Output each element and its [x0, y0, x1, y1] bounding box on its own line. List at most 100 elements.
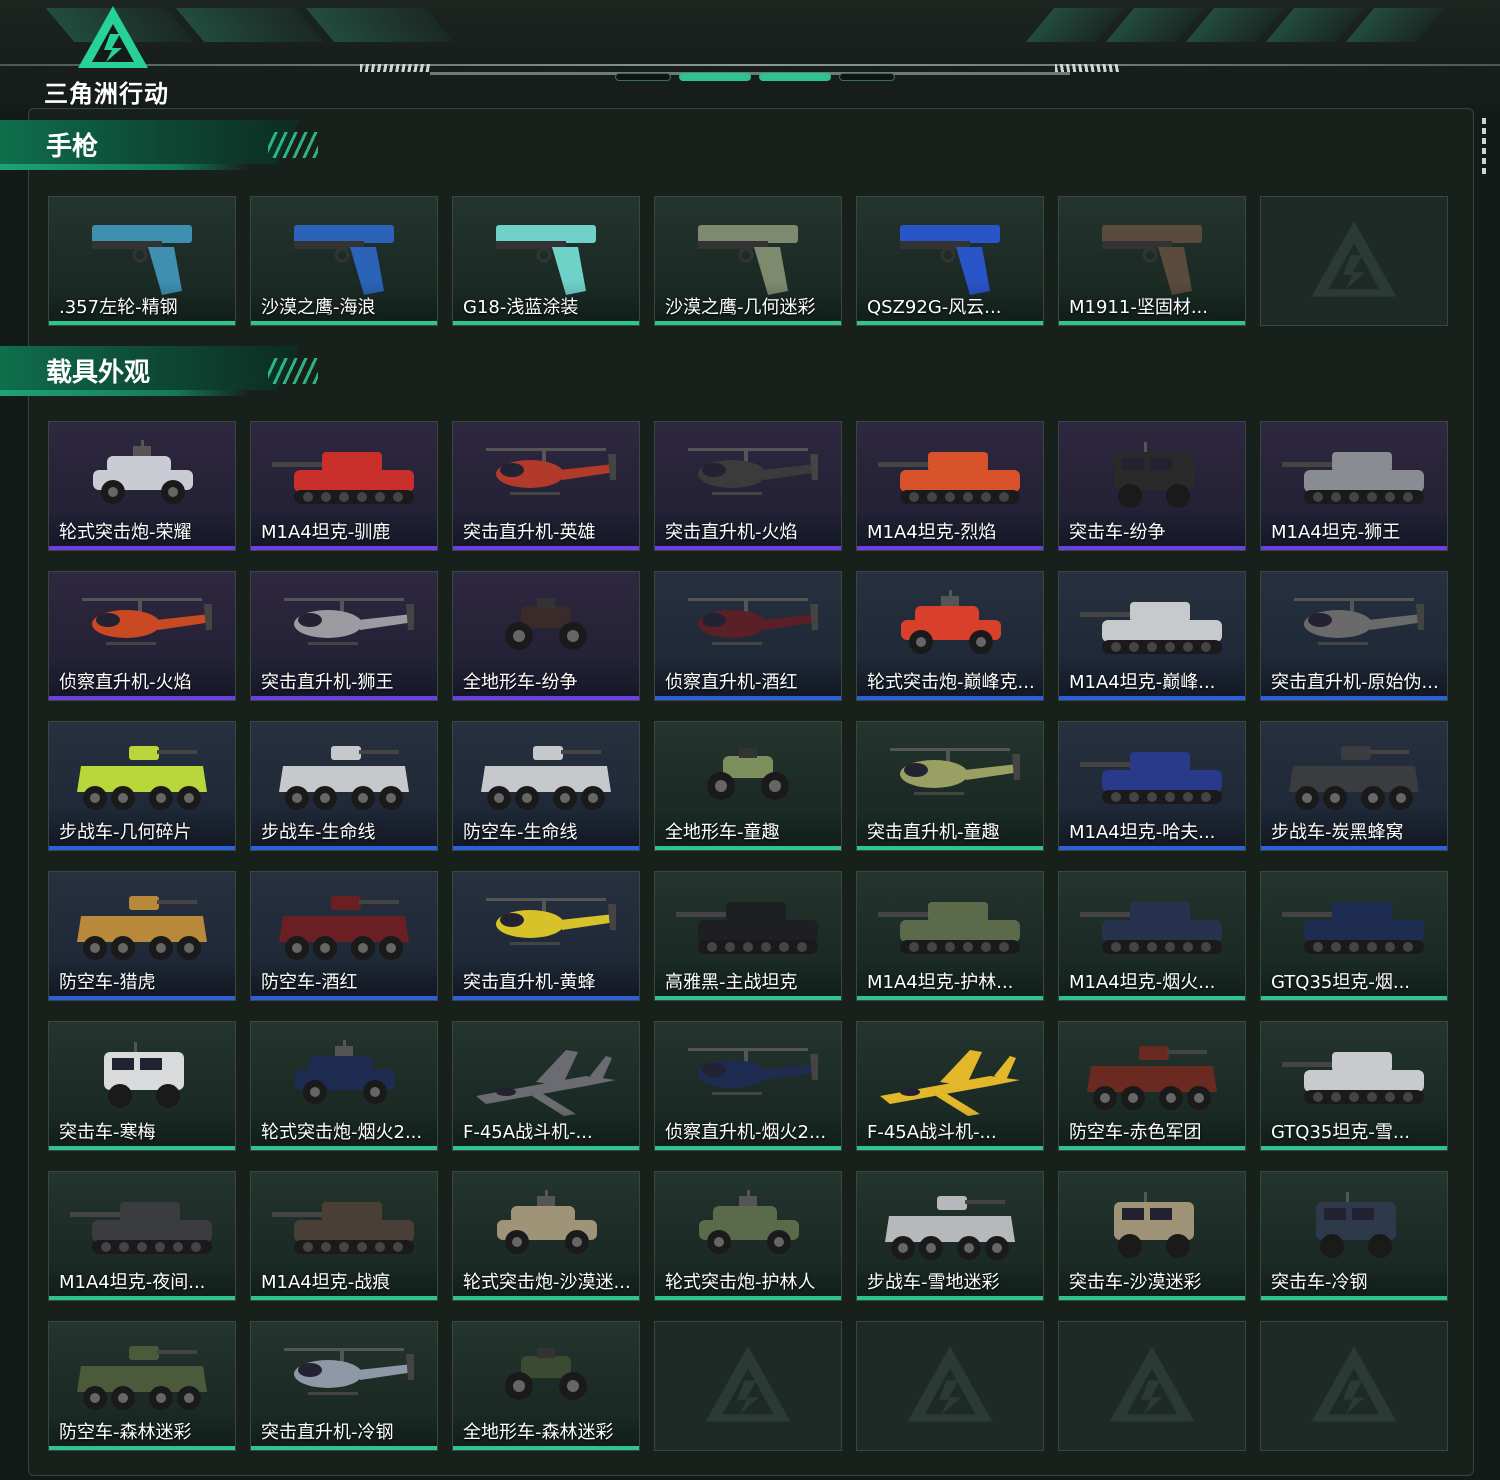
vehicle-skin-card[interactable]: M1A4坦克-狮王 [1260, 421, 1448, 551]
card-label: 全地形车-纷争 [463, 672, 578, 693]
vehicle-skin-card[interactable]: M1A4坦克-烈焰 [856, 421, 1044, 551]
vehicle-skin-card[interactable]: GTQ35坦克-雪... [1260, 1021, 1448, 1151]
rarity-bar [1261, 846, 1447, 850]
vehicle-skin-card[interactable]: 轮式突击炮-巅峰克... [856, 571, 1044, 701]
empty-slot [1260, 196, 1448, 326]
vehicle-skin-card[interactable]: 突击直升机-童趣 [856, 721, 1044, 851]
vehicle-skin-card[interactable]: 防空车-猎虎 [48, 871, 236, 1001]
card-label: M1A4坦克-巅峰... [1069, 672, 1216, 693]
rarity-bar [655, 696, 841, 700]
rarity-bar [453, 846, 639, 850]
rarity-bar [857, 846, 1043, 850]
vehicle-skin-card[interactable]: 突击车-纷争 [1058, 421, 1246, 551]
card-label: 突击直升机-火焰 [665, 522, 798, 543]
weapon-skin-card[interactable]: 沙漠之鹰-海浪 [250, 196, 438, 326]
rarity-bar [453, 1296, 639, 1300]
vehicle-skin-card[interactable]: M1A4坦克-巅峰... [1058, 571, 1246, 701]
vehicle-skin-card[interactable]: 突击车-冷钢 [1260, 1171, 1448, 1301]
section-title: 手枪 [46, 132, 99, 162]
rarity-bar [1059, 1296, 1245, 1300]
vehicle-skin-card[interactable]: 侦察直升机-烟火2... [654, 1021, 842, 1151]
vehicle-skin-card[interactable]: 突击直升机-原始伪... [1260, 571, 1448, 701]
page-indicator-dot-active [679, 73, 751, 81]
weapon-skin-card[interactable]: .357左轮-精钢 [48, 196, 236, 326]
rarity-bar [857, 696, 1043, 700]
vehicle-skin-card[interactable]: 防空车-酒红 [250, 871, 438, 1001]
card-label: GTQ35坦克-烟... [1271, 972, 1411, 993]
card-label: M1A4坦克-烟火... [1069, 972, 1216, 993]
vehicle-skin-card[interactable]: 突击直升机-狮王 [250, 571, 438, 701]
card-label: 突击直升机-原始伪... [1271, 672, 1439, 693]
vehicle-skin-card[interactable]: 突击车-沙漠迷彩 [1058, 1171, 1246, 1301]
weapon-skin-card[interactable]: M1911-坚固材... [1058, 196, 1246, 326]
page-indicator-dot [615, 73, 671, 81]
vehicle-skin-card[interactable]: F-45A战斗机-... [452, 1021, 640, 1151]
card-label: M1A4坦克-护林... [867, 972, 1014, 993]
watermark-logo-icon [1107, 1344, 1197, 1428]
vehicle-skin-card[interactable]: 防空车-赤色军团 [1058, 1021, 1246, 1151]
vehicle-skin-card[interactable]: 突击车-寒梅 [48, 1021, 236, 1151]
vehicle-skin-card[interactable]: GTQ35坦克-烟... [1260, 871, 1448, 1001]
card-label: 防空车-森林迷彩 [59, 1422, 192, 1443]
vehicle-skin-card[interactable]: F-45A战斗机-... [856, 1021, 1044, 1151]
vehicle-skin-card[interactable]: 步战车-几何碎片 [48, 721, 236, 851]
rarity-bar [251, 996, 437, 1000]
rarity-bar [251, 1146, 437, 1150]
vehicle-skin-card[interactable]: 步战车-生命线 [250, 721, 438, 851]
section-header-pistols: 手枪 [0, 120, 330, 172]
vehicle-skin-card[interactable]: 突击直升机-火焰 [654, 421, 842, 551]
scrollbar-handle[interactable] [1482, 118, 1486, 178]
vehicle-skin-card[interactable]: 防空车-森林迷彩 [48, 1321, 236, 1451]
vehicle-skin-card[interactable]: 步战车-雪地迷彩 [856, 1171, 1044, 1301]
page-indicator-dot [839, 73, 895, 81]
card-label: 突击车-寒梅 [59, 1122, 156, 1143]
rarity-bar [857, 996, 1043, 1000]
vehicle-skin-card[interactable]: M1A4坦克-驯鹿 [250, 421, 438, 551]
card-label: 防空车-生命线 [463, 822, 578, 843]
card-label: F-45A战斗机-... [463, 1122, 593, 1143]
card-label: 全地形车-森林迷彩 [463, 1422, 614, 1443]
vehicle-skin-card[interactable]: 高雅黑-主战坦克 [654, 871, 842, 1001]
vehicle-skin-card[interactable]: 侦察直升机-酒红 [654, 571, 842, 701]
card-label: 突击车-冷钢 [1271, 1272, 1368, 1293]
rarity-bar [1059, 546, 1245, 550]
vehicle-skin-card[interactable]: 全地形车-森林迷彩 [452, 1321, 640, 1451]
card-label: 突击车-纷争 [1069, 522, 1166, 543]
vehicle-skin-card[interactable]: M1A4坦克-烟火... [1058, 871, 1246, 1001]
card-label: 侦察直升机-烟火2... [665, 1122, 827, 1143]
vehicle-skin-card[interactable]: 轮式突击炮-护林人 [654, 1171, 842, 1301]
vehicle-skin-card[interactable]: 防空车-生命线 [452, 721, 640, 851]
weapon-skin-card[interactable]: G18-浅蓝涂装 [452, 196, 640, 326]
rarity-bar [1261, 1296, 1447, 1300]
empty-slot [856, 1321, 1044, 1451]
rarity-bar [453, 996, 639, 1000]
vehicle-skin-card[interactable]: 轮式突击炮-烟火2... [250, 1021, 438, 1151]
vehicle-skin-card[interactable]: 突击直升机-冷钢 [250, 1321, 438, 1451]
vehicle-skin-card[interactable]: 突击直升机-黄蜂 [452, 871, 640, 1001]
vehicle-skin-card[interactable]: 轮式突击炮-荣耀 [48, 421, 236, 551]
vehicle-skin-card[interactable]: 侦察直升机-火焰 [48, 571, 236, 701]
vehicle-skin-card[interactable]: 步战车-炭黑蜂窝 [1260, 721, 1448, 851]
vehicle-skin-card[interactable]: M1A4坦克-战痕 [250, 1171, 438, 1301]
vehicle-skin-card[interactable]: M1A4坦克-夜间... [48, 1171, 236, 1301]
rarity-bar [857, 321, 1043, 325]
rarity-bar [453, 321, 639, 325]
weapon-skin-card[interactable]: 沙漠之鹰-几何迷彩 [654, 196, 842, 326]
vehicle-skin-card[interactable]: M1A4坦克-哈夫... [1058, 721, 1246, 851]
vehicle-skin-card[interactable]: 全地形车-童趣 [654, 721, 842, 851]
card-label: 防空车-赤色军团 [1069, 1122, 1202, 1143]
rarity-bar [251, 321, 437, 325]
card-label: 突击直升机-冷钢 [261, 1422, 394, 1443]
vehicle-skin-card[interactable]: 突击直升机-英雄 [452, 421, 640, 551]
vehicle-skin-card[interactable]: M1A4坦克-护林... [856, 871, 1044, 1001]
card-label: M1A4坦克-哈夫... [1069, 822, 1216, 843]
card-label: G18-浅蓝涂装 [463, 297, 579, 318]
vehicle-skin-card[interactable]: 全地形车-纷争 [452, 571, 640, 701]
vehicle-grid: 轮式突击炮-荣耀 M1A4坦克-驯鹿 突击直升机-英雄 突击直升机-火焰 M1A4坦克-… [48, 421, 1448, 1451]
weapon-skin-card[interactable]: QSZ92G-风云... [856, 196, 1044, 326]
vehicle-skin-card[interactable]: 轮式突击炮-沙漠迷... [452, 1171, 640, 1301]
delta-logo-icon [78, 6, 148, 68]
watermark-logo-icon [905, 1344, 995, 1428]
pistol-grid: .357左轮-精钢 沙漠之鹰-海浪 G18-浅蓝涂装 沙漠之鹰-几何迷彩 QSZ92G-… [48, 196, 1448, 326]
card-label: 突击直升机-狮王 [261, 672, 394, 693]
